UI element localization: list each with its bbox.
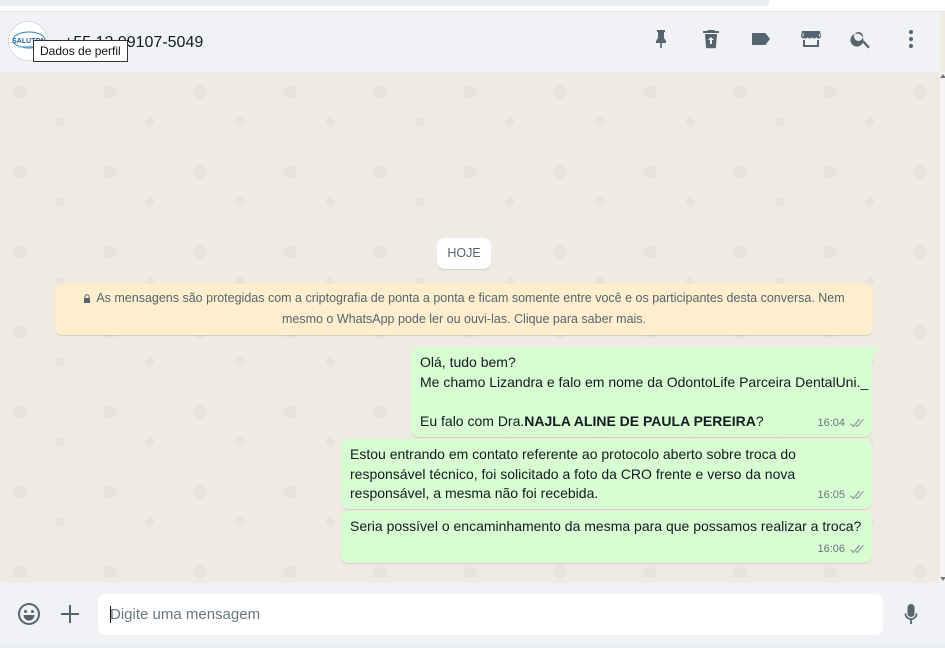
message-text: ? [755, 412, 764, 429]
encryption-line-2: mesmo o WhatsApp pode ler ou ouvi-las. C… [281, 312, 647, 326]
lock-icon [83, 289, 91, 303]
message-meta: 16:06 [817, 540, 864, 560]
message-line [420, 392, 863, 412]
emoji-icon[interactable] [16, 601, 42, 627]
bubble-tail [872, 347, 880, 359]
browser-top-strip [0, 0, 945, 12]
date-chip: HOJE [437, 238, 491, 269]
message-time: 16:06 [817, 542, 845, 555]
message-bold-name: NAJLA ALINE DE PAULA PEREIRA [524, 412, 756, 429]
message-input-box[interactable] [98, 594, 883, 635]
message-time: 16:04 [817, 416, 845, 429]
message-bubble[interactable]: Estou entrando em contato referente ao p… [341, 439, 872, 509]
menu-dots-icon[interactable] [899, 27, 923, 51]
message-meta: 16:05 [817, 486, 864, 506]
chat-scrollbar[interactable] [940, 72, 945, 583]
double-check-icon [850, 544, 864, 554]
double-check-icon [850, 418, 864, 428]
message-meta: 16:04 [817, 414, 864, 434]
message-text: Estou entrando em contato referente ao p… [350, 446, 796, 501]
top-tab-strip [0, 0, 770, 6]
trash-icon[interactable] [699, 27, 723, 51]
pin-icon[interactable] [649, 27, 673, 51]
message-input[interactable] [110, 594, 870, 635]
compose-bar [0, 583, 945, 645]
scroll-up-arrow-icon[interactable] [940, 74, 945, 78]
message-text: Eu falo com Dra. [420, 412, 525, 429]
plus-icon[interactable] [57, 601, 83, 627]
profile-tooltip: Dados de perfil [33, 40, 128, 62]
message-time: 16:05 [817, 488, 845, 501]
search-icon[interactable] [849, 27, 873, 51]
message-bubble[interactable]: Olá, tudo bem? Me chamo Lizandra e falo … [411, 347, 880, 437]
message-bubble[interactable]: Seria possível o encaminhamento da mesma… [341, 511, 872, 563]
encryption-notice[interactable]: As mensagens são protegidas com a cripto… [55, 284, 873, 335]
double-check-icon [850, 490, 864, 500]
store-icon[interactable] [799, 27, 823, 51]
message-line: Eu falo com Dra.NAJLA ALINE DE PAULA PER… [420, 412, 863, 432]
message-line: Olá, tudo bem? [420, 354, 516, 370]
chat-header: SALUTON +55 12 99107-5049 [0, 12, 940, 72]
message-text: Seria possível o encaminhamento da mesma… [350, 518, 862, 534]
scroll-down-arrow-icon[interactable] [940, 577, 945, 581]
message-line: Me chamo Lizandra e falo em nome da Odon… [420, 373, 869, 390]
encryption-line-1: As mensagens são protegidas com a cripto… [96, 291, 845, 305]
chat-area[interactable]: HOJE As mensagens são protegidas com a c… [0, 72, 940, 583]
microphone-icon[interactable] [898, 601, 924, 627]
label-icon[interactable] [749, 27, 773, 51]
